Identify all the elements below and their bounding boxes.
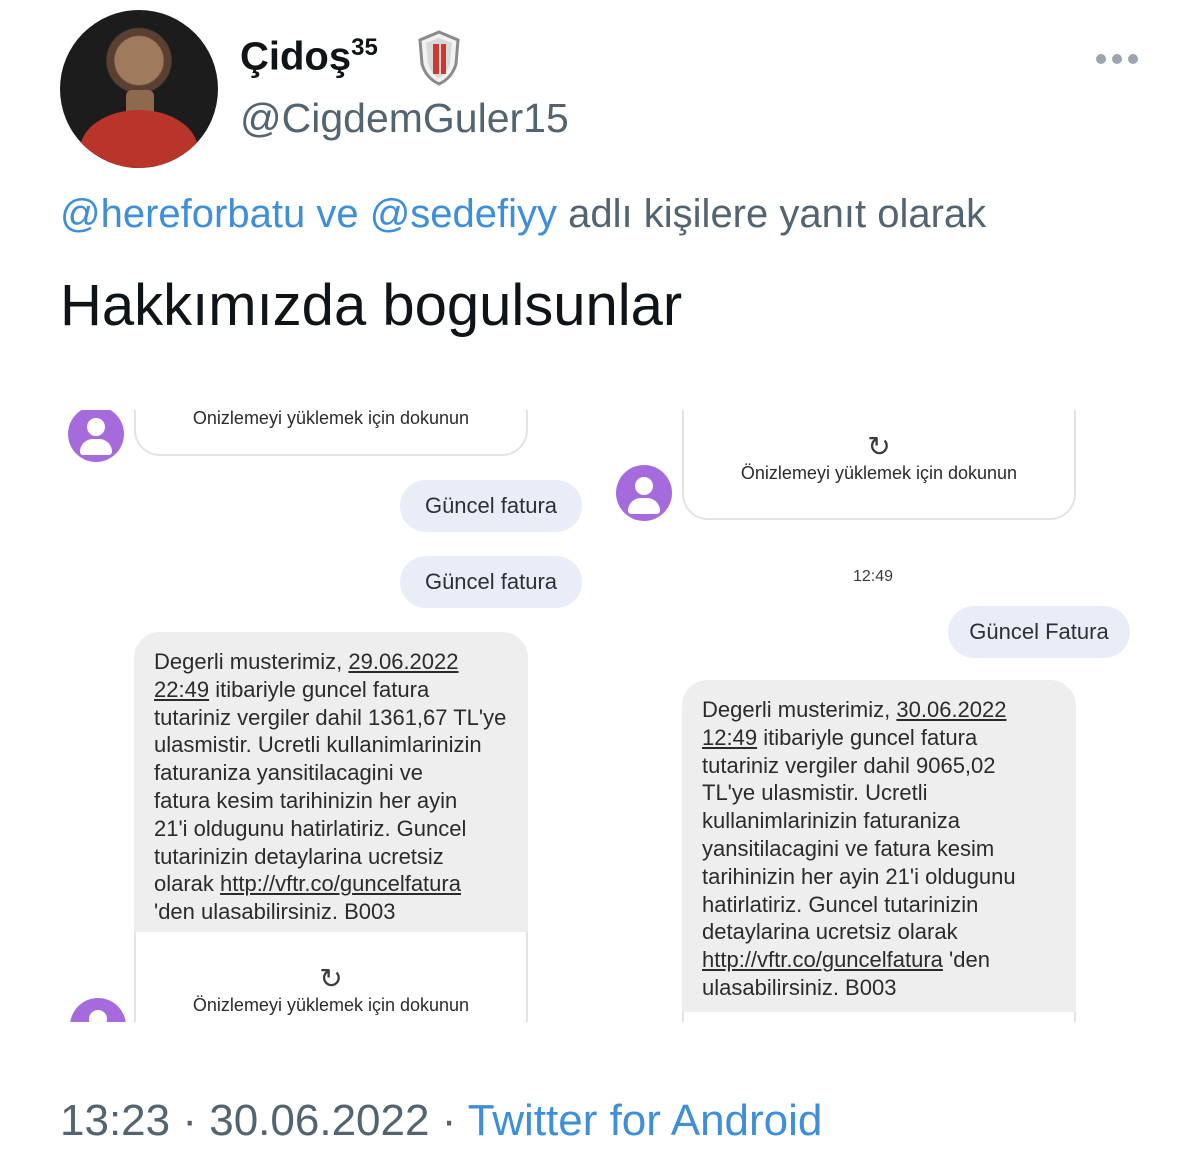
avatar-shirt [80,110,198,168]
sms-line: Degerli musterimiz, 30.06.2022 [702,697,1007,722]
sms-line: tutariniz vergiler dahil 1361,67 TL'ye [154,704,507,730]
tweet-time[interactable]: 13:23 [60,1096,170,1145]
display-name-superscript: 35 [351,34,378,61]
sms-line: 22:49 itibariyle guncel fatura [154,676,430,702]
outgoing-message[interactable]: Güncel fatura [400,556,582,608]
sms-line: ulasabilirsiniz. B003 [702,974,897,1000]
sms-line: TL'ye ulasmistir. Ucretli [702,780,928,806]
sms-line: fatura kesim tarihinizin her ayin [154,787,458,813]
link-preview-card[interactable]: ↻ Önizlemeyi yüklemek için dokunun [134,932,528,1022]
more-dot [1096,54,1106,64]
contact-avatar-icon [70,998,126,1022]
sms-line: Degerli musterimiz, 29.06.2022 [154,649,459,674]
sms-line: detaylarina ucretsiz olarak [702,919,958,945]
sms-link[interactable]: http://vftr.co/guncelfatura [702,947,943,972]
display-name[interactable]: Çidoş35 [240,34,378,79]
tweet-text: Hakkımızda bogulsunlar [60,273,683,338]
preview-label: Önizlemeyi yüklemek için dokunun [740,463,1018,483]
sms-line: 12:49 itibariyle guncel fatura [702,724,978,750]
refresh-icon: ↻ [319,963,343,994]
reply-suffix: adlı kişilere yanıt olarak [568,192,987,236]
mention-hereforbatu[interactable]: @hereforbatu [60,192,305,236]
preview-card-edge [682,1012,1076,1022]
tweet-date[interactable]: 30.06.2022 [209,1096,429,1145]
meta-separator: · [441,1096,457,1145]
user-handle[interactable]: @CigdemGuler15 [240,95,569,142]
outgoing-message[interactable]: Güncel Fatura [948,606,1130,658]
preview-label: Önizlemeyi yüklemek için dokunun [192,410,470,428]
contact-avatar-icon [68,410,124,462]
link-preview-card[interactable]: ↻ Önizlemeyi yüklemek için dokunun [682,410,1076,520]
contact-avatar-icon [616,465,672,521]
message-timestamp: 12:49 [853,568,894,585]
sms-line: kullanimlarinizin faturaniza [702,808,961,834]
tweet-media-image[interactable]: Önizlemeyi yüklemek için dokunun Güncel … [60,410,1140,1022]
sms-line: http://vftr.co/guncelfatura 'den [702,947,990,973]
shield-badge-icon [418,30,460,86]
sms-line: tutarinizin detaylarina ucretsiz [154,843,444,869]
sms-line: tutariniz vergiler dahil 9065,02 [702,752,996,778]
meta-separator: · [182,1096,197,1145]
profile-avatar[interactable] [60,10,218,168]
sms-line: hatirlatiriz. Guncel tutarinizin [702,891,979,917]
sms-line: faturaniza yansitilacagini ve [154,760,424,786]
link-preview-card[interactable]: Önizlemeyi yüklemek için dokunun [134,410,528,456]
preview-label: Önizlemeyi yüklemek için dokunun [192,995,470,1015]
sms-line: 'den ulasabilirsiniz. B003 [154,899,396,925]
more-dot [1112,54,1122,64]
outgoing-message[interactable]: Güncel fatura [400,480,582,532]
sms-line: 21'i oldugunu hatirlatiriz. Guncel [154,815,467,841]
sms-line: yansitilacagini ve fatura kesim [702,835,995,861]
more-options-icon[interactable] [1094,46,1140,72]
tweet-meta: 13:23 · 30.06.2022 · Twitter for Android [60,1096,822,1146]
tweet-source-link[interactable]: Twitter for Android [468,1096,823,1145]
incoming-sms[interactable]: Degerli musterimiz, 29.06.2022 22:49 iti… [134,632,528,942]
sms-link[interactable]: http://vftr.co/guncelfatura [220,871,461,896]
refresh-icon: ↻ [867,431,891,462]
mention-joiner: ve [316,192,359,236]
mention-sedefiyy[interactable]: @sedefiyy [370,192,557,236]
more-dot [1128,54,1138,64]
sms-line: olarak http://vftr.co/guncelfatura [154,871,461,897]
sms-line: tarihinizin her ayin 21'i oldugunu [702,863,1016,889]
sms-line: ulasmistir. Ucretli kullanimlarinizin [154,732,482,758]
reply-context: @hereforbatu ve @sedefiyy adlı kişilere … [60,192,986,237]
incoming-sms[interactable]: Degerli musterimiz, 30.06.2022 12:49 iti… [682,680,1076,1022]
display-name-text: Çidoş [240,34,352,79]
